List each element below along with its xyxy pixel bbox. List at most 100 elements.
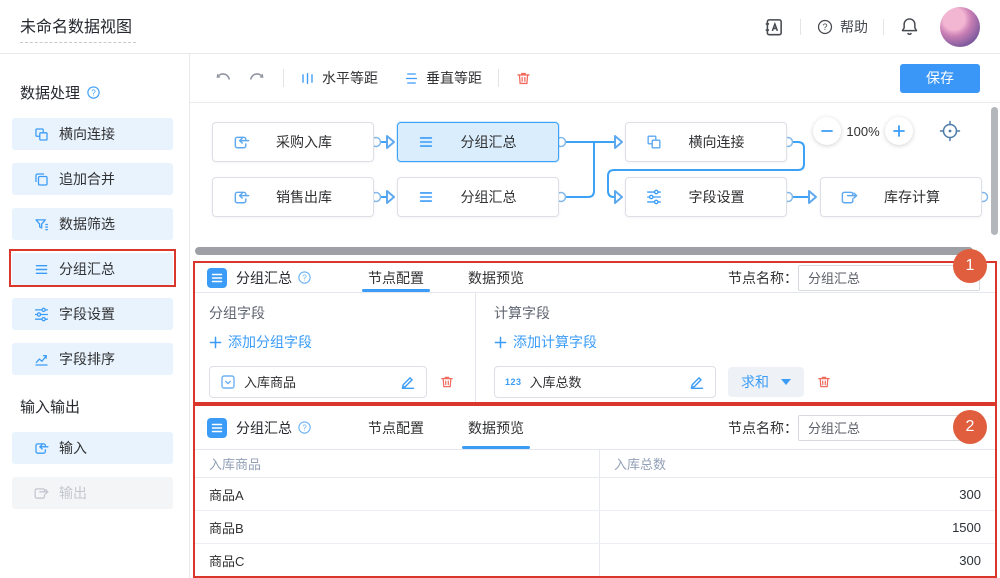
help-button[interactable]: ? 帮助 (816, 17, 868, 37)
main-area: 水平等距 垂直等距 保存 (190, 54, 1000, 578)
join-icon (645, 133, 663, 151)
undo-icon[interactable] (213, 69, 232, 88)
sidebar-item-append[interactable]: 追加合并 (12, 163, 173, 195)
node-group-summary-1[interactable]: 分组汇总 (397, 122, 559, 162)
node-group-summary-2[interactable]: 分组汇总 (397, 177, 559, 217)
sidebar: 数据处理 ? 横向连接 追加合并 (0, 54, 190, 578)
edit-icon[interactable] (400, 374, 416, 390)
aggregate-select[interactable]: 求和 (728, 367, 804, 397)
vertical-scrollbar[interactable] (991, 107, 998, 235)
node-join[interactable]: 横向连接 (625, 122, 787, 162)
field-name: 入库商品 (244, 372, 400, 391)
calc-field-chip[interactable]: 123 入库总数 (494, 366, 716, 398)
vertical-spacing-button[interactable]: 垂直等距 (404, 68, 482, 88)
sidebar-item-input[interactable]: 输入 (12, 432, 173, 464)
node-name-label: 节点名称： (728, 418, 798, 438)
bell-icon[interactable] (899, 16, 920, 37)
vertical-spacing-icon (404, 71, 419, 86)
contact-card-icon[interactable] (763, 16, 785, 38)
svg-text:?: ? (302, 424, 307, 433)
flow-canvas[interactable]: 采购入库 分组汇总 横向连接 (190, 103, 1000, 261)
node-purchase-inbound[interactable]: 采购入库 (212, 122, 374, 162)
question-icon: ? (816, 18, 834, 36)
cell-product: 商品B (195, 511, 599, 543)
group-field-row: 入库商品 (209, 366, 461, 398)
group-summary-icon (417, 133, 435, 151)
table-row: 商品A 300 (195, 478, 995, 511)
export-icon (840, 188, 859, 207)
table-row: 商品C 300 (195, 544, 995, 576)
panel2-tabs: 节点配置 数据预览 (362, 406, 562, 449)
minus-icon (820, 124, 834, 138)
node-name-label: 节点名称： (728, 268, 798, 288)
horizontal-scrollbar[interactable] (195, 247, 973, 255)
add-group-field-button[interactable]: 添加分组字段 (209, 332, 312, 352)
help-label: 帮助 (840, 17, 868, 37)
sidebar-heading-io: 输入输出 (20, 396, 189, 417)
group-summary-icon (207, 268, 227, 288)
cell-total: 300 (599, 544, 995, 576)
question-icon[interactable]: ? (297, 420, 312, 435)
zoom-controls: 100% (813, 117, 961, 145)
group-summary-icon (207, 418, 227, 438)
page-title[interactable]: 未命名数据视图 (20, 11, 136, 43)
tab-data-preview[interactable]: 数据预览 (462, 406, 530, 449)
delete-field-icon[interactable] (816, 374, 832, 390)
caret-down-icon (781, 379, 791, 385)
topbar: 未命名数据视图 ? 帮助 (0, 0, 1000, 54)
horizontal-spacing-button[interactable]: 水平等距 (300, 68, 378, 88)
join-icon (33, 126, 50, 143)
panel1-header: 分组汇总 ? 节点配置 数据预览 节点名称： (195, 263, 995, 293)
group-field-chip[interactable]: 入库商品 (209, 366, 427, 398)
preview-table: 入库商品 入库总数 商品A 300 商品B 1500 商品C 300 (195, 450, 995, 576)
group-summary-config-panel: 1 分组汇总 ? 节点配置 数据预览 节点名称： (193, 261, 997, 404)
delete-field-icon[interactable] (439, 374, 455, 390)
topbar-actions: ? 帮助 (763, 7, 980, 47)
horizontal-spacing-icon (300, 71, 315, 86)
cell-product: 商品A (195, 478, 599, 510)
group-summary-icon (33, 261, 50, 278)
sidebar-heading-process: 数据处理 ? (20, 82, 189, 103)
zoom-level: 100% (841, 124, 885, 139)
add-calc-field-button[interactable]: 添加计算字段 (494, 332, 597, 352)
save-button[interactable]: 保存 (900, 64, 980, 93)
delete-node-icon[interactable] (515, 70, 532, 87)
sidebar-item-join[interactable]: 横向连接 (12, 118, 173, 150)
zoom-in-button[interactable] (885, 117, 913, 145)
group-summary-icon (417, 188, 435, 206)
locate-icon[interactable] (939, 120, 961, 142)
panel1-tabs: 节点配置 数据预览 (362, 263, 562, 292)
import-icon (232, 188, 251, 207)
node-field-settings[interactable]: 字段设置 (625, 177, 787, 217)
question-icon[interactable]: ? (86, 85, 101, 100)
plus-icon (209, 336, 222, 349)
node-name-group: 节点名称： (728, 415, 980, 441)
edit-icon[interactable] (689, 374, 705, 390)
column-header: 入库商品 (195, 450, 599, 477)
filter-icon (33, 216, 50, 233)
avatar[interactable] (940, 7, 980, 47)
zoom-out-button[interactable] (813, 117, 841, 145)
sort-icon (33, 351, 50, 368)
sidebar-item-filter[interactable]: 数据筛选 (12, 208, 173, 240)
tab-node-config[interactable]: 节点配置 (362, 406, 430, 449)
redo-icon[interactable] (248, 69, 267, 88)
question-icon[interactable]: ? (297, 270, 312, 285)
sidebar-item-field-settings[interactable]: 字段设置 (12, 298, 173, 330)
plus-icon (892, 124, 906, 138)
dimension-type-icon (220, 374, 236, 390)
node-sales-outbound[interactable]: 销售出库 (212, 177, 374, 217)
annotation-badge-2: 2 (953, 410, 987, 444)
group-fields-heading: 分组字段 (209, 303, 461, 323)
cell-total: 300 (599, 478, 995, 510)
tab-data-preview[interactable]: 数据预览 (462, 263, 530, 292)
tab-node-config[interactable]: 节点配置 (362, 263, 430, 292)
sidebar-item-group-summary[interactable]: 分组汇总 (12, 253, 173, 285)
divider (283, 69, 284, 87)
sidebar-item-field-sort[interactable]: 字段排序 (12, 343, 173, 375)
column-header: 入库总数 (599, 450, 995, 477)
node-inventory-calc[interactable]: 库存计算 (820, 177, 982, 217)
import-icon (232, 133, 251, 152)
panel2-header: 分组汇总 ? 节点配置 数据预览 节点名称： (195, 406, 995, 450)
svg-text:?: ? (91, 89, 96, 98)
